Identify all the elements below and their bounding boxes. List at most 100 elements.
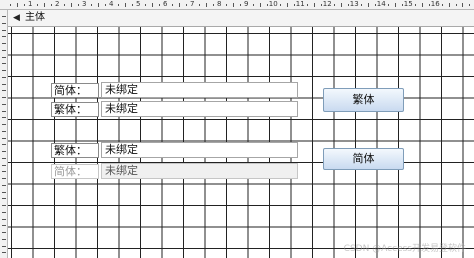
- ruler-tick: [23, 4, 25, 6]
- ruler-tick: [178, 3, 180, 7]
- ruler-tick: [158, 4, 160, 6]
- ruler-tick: [2, 252, 6, 254]
- ruler-tick: [2, 70, 6, 71]
- ruler-tick: [2, 97, 6, 98]
- label-traditional-2[interactable]: 繁体：: [51, 143, 99, 158]
- textbox-simplified-1[interactable]: 未绑定: [101, 82, 298, 98]
- ruler-tick: [2, 124, 6, 125]
- ruler-tick: [2, 110, 6, 112]
- label-simplified-1[interactable]: 简体：: [51, 83, 99, 98]
- ruler-tick: [2, 16, 6, 17]
- ruler-tick: [2, 90, 6, 92]
- ruler-number: 11: [295, 0, 305, 8]
- ruler-tick: [401, 4, 403, 6]
- ruler-tick: [239, 4, 241, 6]
- ruler-tick: [50, 4, 52, 6]
- ruler-tick: [367, 3, 369, 7]
- ruler-tick: [307, 4, 308, 6]
- ruler-tick: [10, 4, 11, 6]
- ruler-number: 10: [268, 0, 278, 8]
- ruler-tick: [469, 4, 470, 6]
- ruler-tick: [259, 3, 261, 7]
- ruler-tick: [286, 3, 288, 7]
- ruler-tick: [280, 4, 281, 6]
- ruler-tick: [2, 49, 6, 51]
- ruler-tick: [293, 4, 295, 6]
- ruler-tick: [124, 3, 126, 7]
- ruler-tick: [394, 3, 396, 7]
- expand-arrow-icon: ◀: [13, 13, 20, 23]
- ruler-tick: [374, 4, 376, 6]
- ruler-tick: [415, 4, 416, 6]
- ruler-tick: [2, 171, 6, 173]
- ruler-tick: [2, 117, 6, 119]
- textbox-traditional-2[interactable]: 未绑定: [101, 142, 298, 158]
- textbox-simplified-2[interactable]: 未绑定: [101, 163, 298, 179]
- ruler-tick: [2, 191, 6, 193]
- ruler-tick: [347, 4, 349, 6]
- horizontal-ruler[interactable]: 1 2 3 4 5 6 7 8 9 10 11 12 13 14 15 16: [0, 0, 474, 10]
- ruler-tick: [77, 4, 79, 6]
- ruler-tick: [442, 4, 443, 6]
- ruler-tick: [2, 130, 6, 132]
- ruler-tick: [334, 4, 335, 6]
- ruler-tick: [104, 4, 106, 6]
- ruler-tick: [313, 3, 315, 7]
- ruler-tick: [2, 198, 6, 200]
- ruler-tick: [2, 245, 6, 247]
- section-title: 主体: [25, 12, 45, 23]
- ruler-number: 1: [28, 0, 33, 8]
- ruler-tick: [43, 3, 45, 7]
- ruler-tick: [97, 3, 99, 7]
- ruler-tick: [388, 4, 389, 6]
- ruler-number: 9: [244, 0, 249, 8]
- label-simplified-2[interactable]: 简体：: [51, 164, 99, 179]
- ruler-number: 13: [349, 0, 359, 8]
- ruler-tick: [2, 211, 6, 213]
- ruler-number: 3: [82, 0, 87, 8]
- textbox-traditional-1[interactable]: 未绑定: [101, 101, 298, 117]
- ruler-tick: [37, 4, 38, 6]
- ruler-tick: [185, 4, 187, 6]
- ruler-tick: [232, 3, 234, 7]
- ruler-number: 12: [322, 0, 332, 8]
- design-grid[interactable]: 简体： 未绑定 繁体： 未绑定 繁体 繁体： 未绑定 简体： 未绑定 简体: [8, 27, 474, 258]
- ruler-tick: [91, 4, 92, 6]
- ruler-tick: [2, 137, 6, 139]
- ruler-tick: [2, 36, 6, 38]
- ruler-tick: [2, 43, 6, 44]
- watermark: CSDN @Access开发易登软件: [343, 244, 466, 254]
- ruler-number: 7: [190, 0, 195, 8]
- ruler-number: 8: [217, 0, 222, 8]
- ruler-number: 16: [430, 0, 440, 8]
- ruler-tick: [2, 76, 6, 78]
- ruler-tick: [340, 3, 342, 7]
- convert-to-traditional-button[interactable]: 繁体: [323, 88, 404, 112]
- ruler-number: 5: [136, 0, 141, 8]
- ruler-tick: [16, 3, 18, 7]
- vertical-ruler[interactable]: [0, 10, 8, 258]
- ruler-number: 6: [163, 0, 168, 8]
- ruler-tick: [2, 164, 6, 166]
- ruler-tick: [253, 4, 254, 6]
- ruler-tick: [428, 4, 430, 6]
- ruler-tick: [226, 4, 227, 6]
- convert-to-simplified-button[interactable]: 简体: [323, 148, 404, 170]
- ruler-tick: [462, 3, 464, 7]
- ruler-tick: [2, 178, 6, 179]
- ruler-tick: [2, 205, 6, 206]
- ruler-tick: [2, 151, 6, 152]
- ruler-number: 14: [376, 0, 386, 8]
- ruler-tick: [2, 184, 6, 186]
- section-header-detail[interactable]: ◀ 主体: [8, 10, 474, 27]
- ruler-tick: [266, 4, 268, 6]
- ruler-tick: [361, 4, 362, 6]
- label-traditional-1[interactable]: 繁体：: [51, 102, 99, 117]
- ruler-tick: [2, 144, 6, 146]
- ruler-tick: [2, 63, 6, 65]
- ruler-tick: [205, 3, 207, 7]
- ruler-tick: [2, 83, 6, 85]
- ruler-tick: [2, 56, 6, 58]
- ruler-tick: [151, 3, 153, 7]
- ruler-tick: [455, 4, 457, 6]
